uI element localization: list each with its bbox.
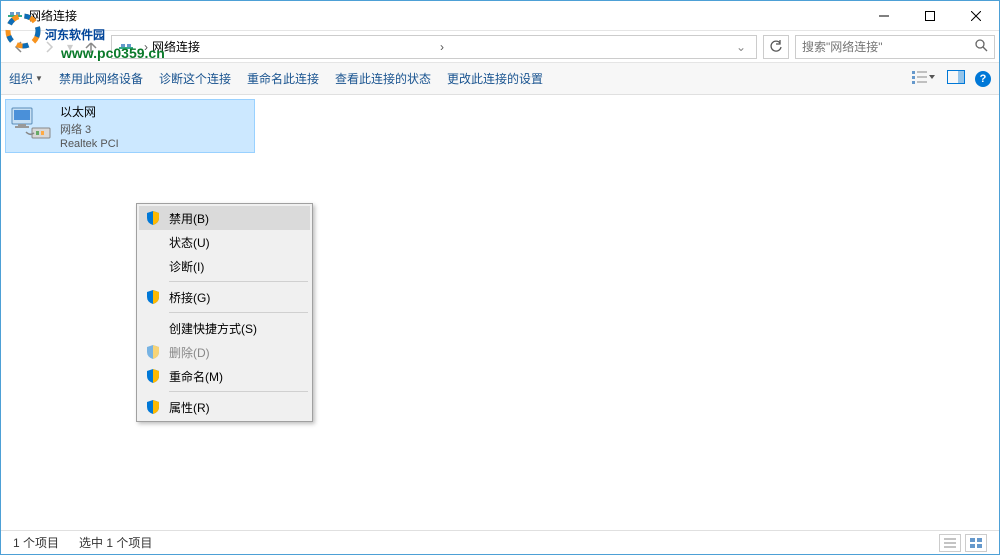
disable-device-button[interactable]: 禁用此网络设备 <box>59 70 143 87</box>
ctx-disable-label: 禁用(B) <box>169 210 209 227</box>
view-status-button[interactable]: 查看此连接的状态 <box>335 70 431 87</box>
ctx-diagnose[interactable]: 诊断(I) <box>139 254 310 278</box>
location-icon <box>118 39 134 55</box>
shield-icon <box>145 368 161 384</box>
navigation-bar: ▾ › 网络连接 › ⌄ <box>1 31 999 63</box>
ctx-separator <box>169 281 308 282</box>
ctx-separator <box>169 312 308 313</box>
app-icon <box>7 8 23 24</box>
minimize-button[interactable] <box>861 1 907 31</box>
change-settings-button[interactable]: 更改此连接的设置 <box>447 70 543 87</box>
close-button[interactable] <box>953 1 999 31</box>
ctx-create-shortcut[interactable]: 创建快捷方式(S) <box>139 316 310 340</box>
status-bar: 1 个项目 选中 1 个项目 <box>1 530 999 554</box>
ctx-separator <box>169 391 308 392</box>
ctx-rename-label: 重命名(M) <box>169 368 223 385</box>
breadcrumb-arrow-2[interactable]: › <box>436 40 448 54</box>
ctx-shortcut-label: 创建快捷方式(S) <box>169 320 257 337</box>
search-box[interactable] <box>795 35 995 59</box>
breadcrumb-arrow[interactable]: › <box>140 40 152 54</box>
network-adapter-item[interactable]: 以太网 网络 3 Realtek PCI <box>5 99 255 153</box>
shield-icon <box>145 344 161 360</box>
organize-label: 组织 <box>9 70 33 87</box>
nav-separator: ▾ <box>67 40 73 54</box>
content-area: 以太网 网络 3 Realtek PCI 禁用(B) 状态(U) 诊断(I) 桥… <box>1 95 999 530</box>
toolbar: 组织▼ 禁用此网络设备 诊断这个连接 重命名此连接 查看此连接的状态 更改此连接… <box>1 63 999 95</box>
search-icon[interactable] <box>975 39 988 55</box>
ctx-delete: 删除(D) <box>139 340 310 364</box>
adapter-name: 以太网 <box>60 103 119 120</box>
ctx-properties[interactable]: 属性(R) <box>139 395 310 419</box>
status-item-count: 1 个项目 <box>13 534 59 551</box>
view-icons-button[interactable] <box>965 534 987 552</box>
adapter-device: Realtek PCI <box>60 138 119 150</box>
ctx-rename[interactable]: 重命名(M) <box>139 364 310 388</box>
view-details-button[interactable] <box>939 534 961 552</box>
ethernet-icon <box>10 104 54 148</box>
window-title: 网络连接 <box>29 7 861 24</box>
shield-icon <box>145 399 161 415</box>
ctx-disable[interactable]: 禁用(B) <box>139 206 310 230</box>
organize-button[interactable]: 组织▼ <box>9 70 43 87</box>
forward-button <box>35 35 63 59</box>
view-options-button[interactable] <box>911 69 937 88</box>
ctx-status-label: 状态(U) <box>169 234 210 251</box>
search-input[interactable] <box>802 40 975 54</box>
ctx-diagnose-label: 诊断(I) <box>169 258 204 275</box>
up-button[interactable] <box>77 35 105 59</box>
help-icon[interactable]: ? <box>975 71 991 87</box>
address-dropdown-icon[interactable]: ⌄ <box>732 40 750 54</box>
preview-pane-button[interactable] <box>947 70 965 87</box>
dropdown-icon: ▼ <box>35 74 43 83</box>
ctx-properties-label: 属性(R) <box>169 399 210 416</box>
titlebar: 网络连接 <box>1 1 999 31</box>
status-selected-count: 选中 1 个项目 <box>79 534 152 551</box>
shield-icon <box>145 289 161 305</box>
ctx-bridge-label: 桥接(G) <box>169 289 210 306</box>
adapter-network: 网络 3 <box>60 121 119 137</box>
address-bar[interactable]: › 网络连接 › ⌄ <box>111 35 757 59</box>
ctx-bridge[interactable]: 桥接(G) <box>139 285 310 309</box>
diagnose-button[interactable]: 诊断这个连接 <box>159 70 231 87</box>
ctx-delete-label: 删除(D) <box>169 344 210 361</box>
ctx-status[interactable]: 状态(U) <box>139 230 310 254</box>
rename-button[interactable]: 重命名此连接 <box>247 70 319 87</box>
refresh-button[interactable] <box>763 35 789 59</box>
maximize-button[interactable] <box>907 1 953 31</box>
shield-icon <box>145 210 161 226</box>
breadcrumb-text[interactable]: 网络连接 <box>152 38 436 55</box>
back-button[interactable] <box>5 35 33 59</box>
context-menu: 禁用(B) 状态(U) 诊断(I) 桥接(G) 创建快捷方式(S) 删除(D) … <box>136 203 313 422</box>
